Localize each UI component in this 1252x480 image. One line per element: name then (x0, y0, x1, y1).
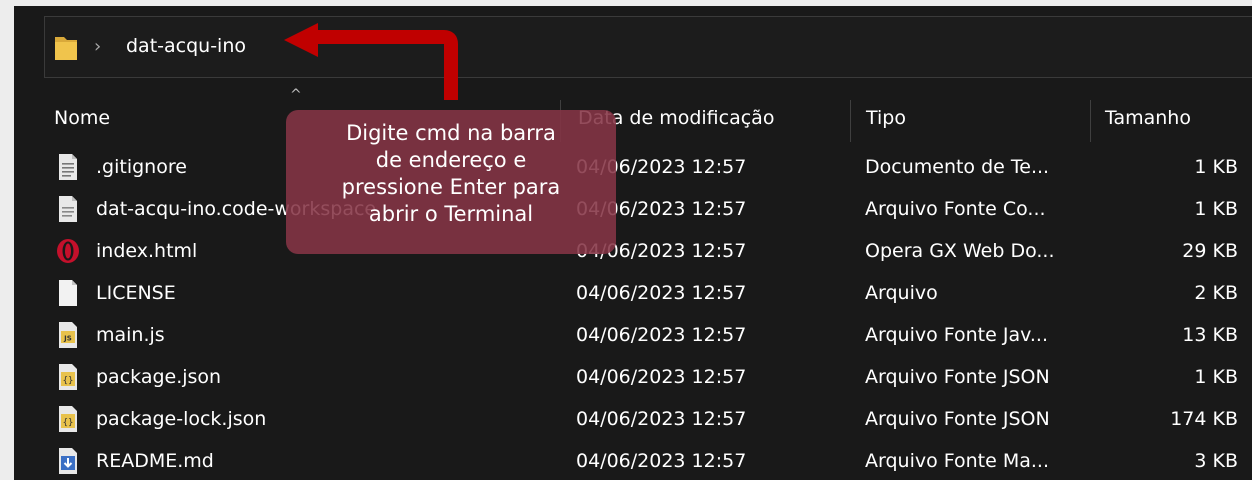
annotation-arrow-icon (284, 23, 458, 100)
annotation-line: Digite cmd na barra (346, 121, 556, 145)
annotation-line: abrir o Terminal (368, 202, 534, 226)
annotation-line: pressione Enter para (341, 175, 561, 199)
annotation-line: de endereço e (375, 148, 527, 172)
annotation-callout: Digite cmd na barra de endereço e pressi… (286, 110, 616, 254)
